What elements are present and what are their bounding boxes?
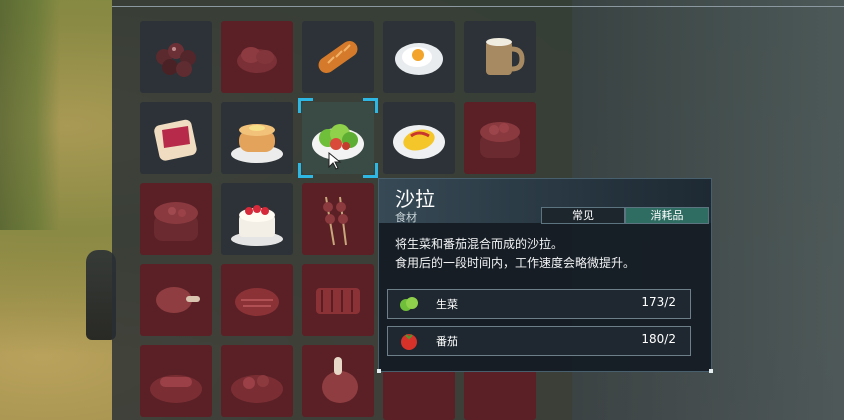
- pancakes-icon: [231, 124, 283, 163]
- stew-pot-icon: [480, 122, 520, 158]
- meat-dish-icon: [237, 47, 277, 73]
- jam-toast-icon: [154, 119, 197, 161]
- item-slot-milk-mug[interactable]: [464, 21, 536, 93]
- item-slot-sausage-plate[interactable]: [140, 345, 212, 417]
- tooltip-corner-mark: [709, 369, 713, 373]
- item-name: 沙拉: [395, 187, 435, 211]
- cake-icon: [231, 205, 283, 246]
- tooltip-corner-mark: [377, 369, 381, 373]
- panel-header-line: [112, 0, 844, 7]
- ingredient-row-tomato: 番茄 180/2: [387, 326, 691, 356]
- skewers-icon: [323, 196, 348, 246]
- item-tooltip: 沙拉 食材 常见 消耗品 将生菜和番茄混合而成的沙拉。 食用后的一段时间内，工作…: [377, 178, 713, 373]
- mouse-cursor-icon: [328, 152, 342, 170]
- item-slot-soup-pot[interactable]: [140, 183, 212, 255]
- ham-leg-icon: [322, 357, 358, 403]
- roast-steak-icon: [235, 288, 279, 316]
- item-slot-jam-toast[interactable]: [140, 102, 212, 174]
- item-slot-veg-stew-plate[interactable]: [221, 345, 293, 417]
- item-slot-chestnuts[interactable]: [140, 21, 212, 93]
- ingredient-name: 番茄: [436, 335, 458, 348]
- lettuce-icon: [400, 297, 418, 311]
- grass-patch: [0, 0, 60, 230]
- item-slot-stew-pot[interactable]: [464, 102, 536, 174]
- bread-loaf-icon: [318, 40, 358, 74]
- item-slot-bread-loaf[interactable]: [302, 21, 374, 93]
- item-slot-roast-steak[interactable]: [221, 264, 293, 336]
- tooltip-header: 沙拉 食材 常见 消耗品: [379, 179, 711, 224]
- item-slot-skewers[interactable]: [302, 183, 374, 255]
- item-slot-grilled-ribs[interactable]: [302, 264, 374, 336]
- item-slot-roast-leg[interactable]: [140, 264, 212, 336]
- item-slot-hidden-2[interactable]: [464, 370, 536, 420]
- item-slot-fried-egg[interactable]: [383, 21, 455, 93]
- item-slot-meat-dish[interactable]: [221, 21, 293, 93]
- item-slot-cake[interactable]: [221, 183, 293, 255]
- item-description: 将生菜和番茄混合而成的沙拉。 食用后的一段时间内，工作速度会略微提升。: [395, 235, 700, 273]
- description-line-1: 将生菜和番茄混合而成的沙拉。: [395, 237, 564, 251]
- rarity-tag: 常见: [541, 207, 625, 224]
- item-slot-ham-leg[interactable]: [302, 345, 374, 417]
- omelette-icon: [393, 125, 445, 159]
- fried-egg-icon: [395, 43, 443, 75]
- ingredient-quantity: 180/2: [641, 332, 676, 346]
- sausage-plate-icon: [150, 375, 202, 403]
- soup-pot-icon: [154, 202, 198, 241]
- type-tag: 消耗品: [625, 207, 709, 224]
- milk-mug-icon: [486, 38, 525, 75]
- item-category: 食材: [395, 211, 417, 224]
- tomato-icon: [401, 334, 417, 350]
- item-slot-omelette[interactable]: [383, 102, 455, 174]
- roast-leg-icon: [156, 287, 200, 313]
- grilled-ribs-icon: [316, 288, 360, 314]
- item-slot-pancakes[interactable]: [221, 102, 293, 174]
- item-slot-hidden-1[interactable]: [383, 370, 455, 420]
- ingredient-name: 生菜: [436, 298, 458, 311]
- ingredient-row-lettuce: 生菜 173/2: [387, 289, 691, 319]
- chestnuts-icon: [156, 43, 196, 77]
- veg-stew-plate-icon: [231, 375, 283, 403]
- description-line-2: 食用后的一段时间内，工作速度会略微提升。: [395, 256, 636, 270]
- ingredient-quantity: 173/2: [641, 295, 676, 309]
